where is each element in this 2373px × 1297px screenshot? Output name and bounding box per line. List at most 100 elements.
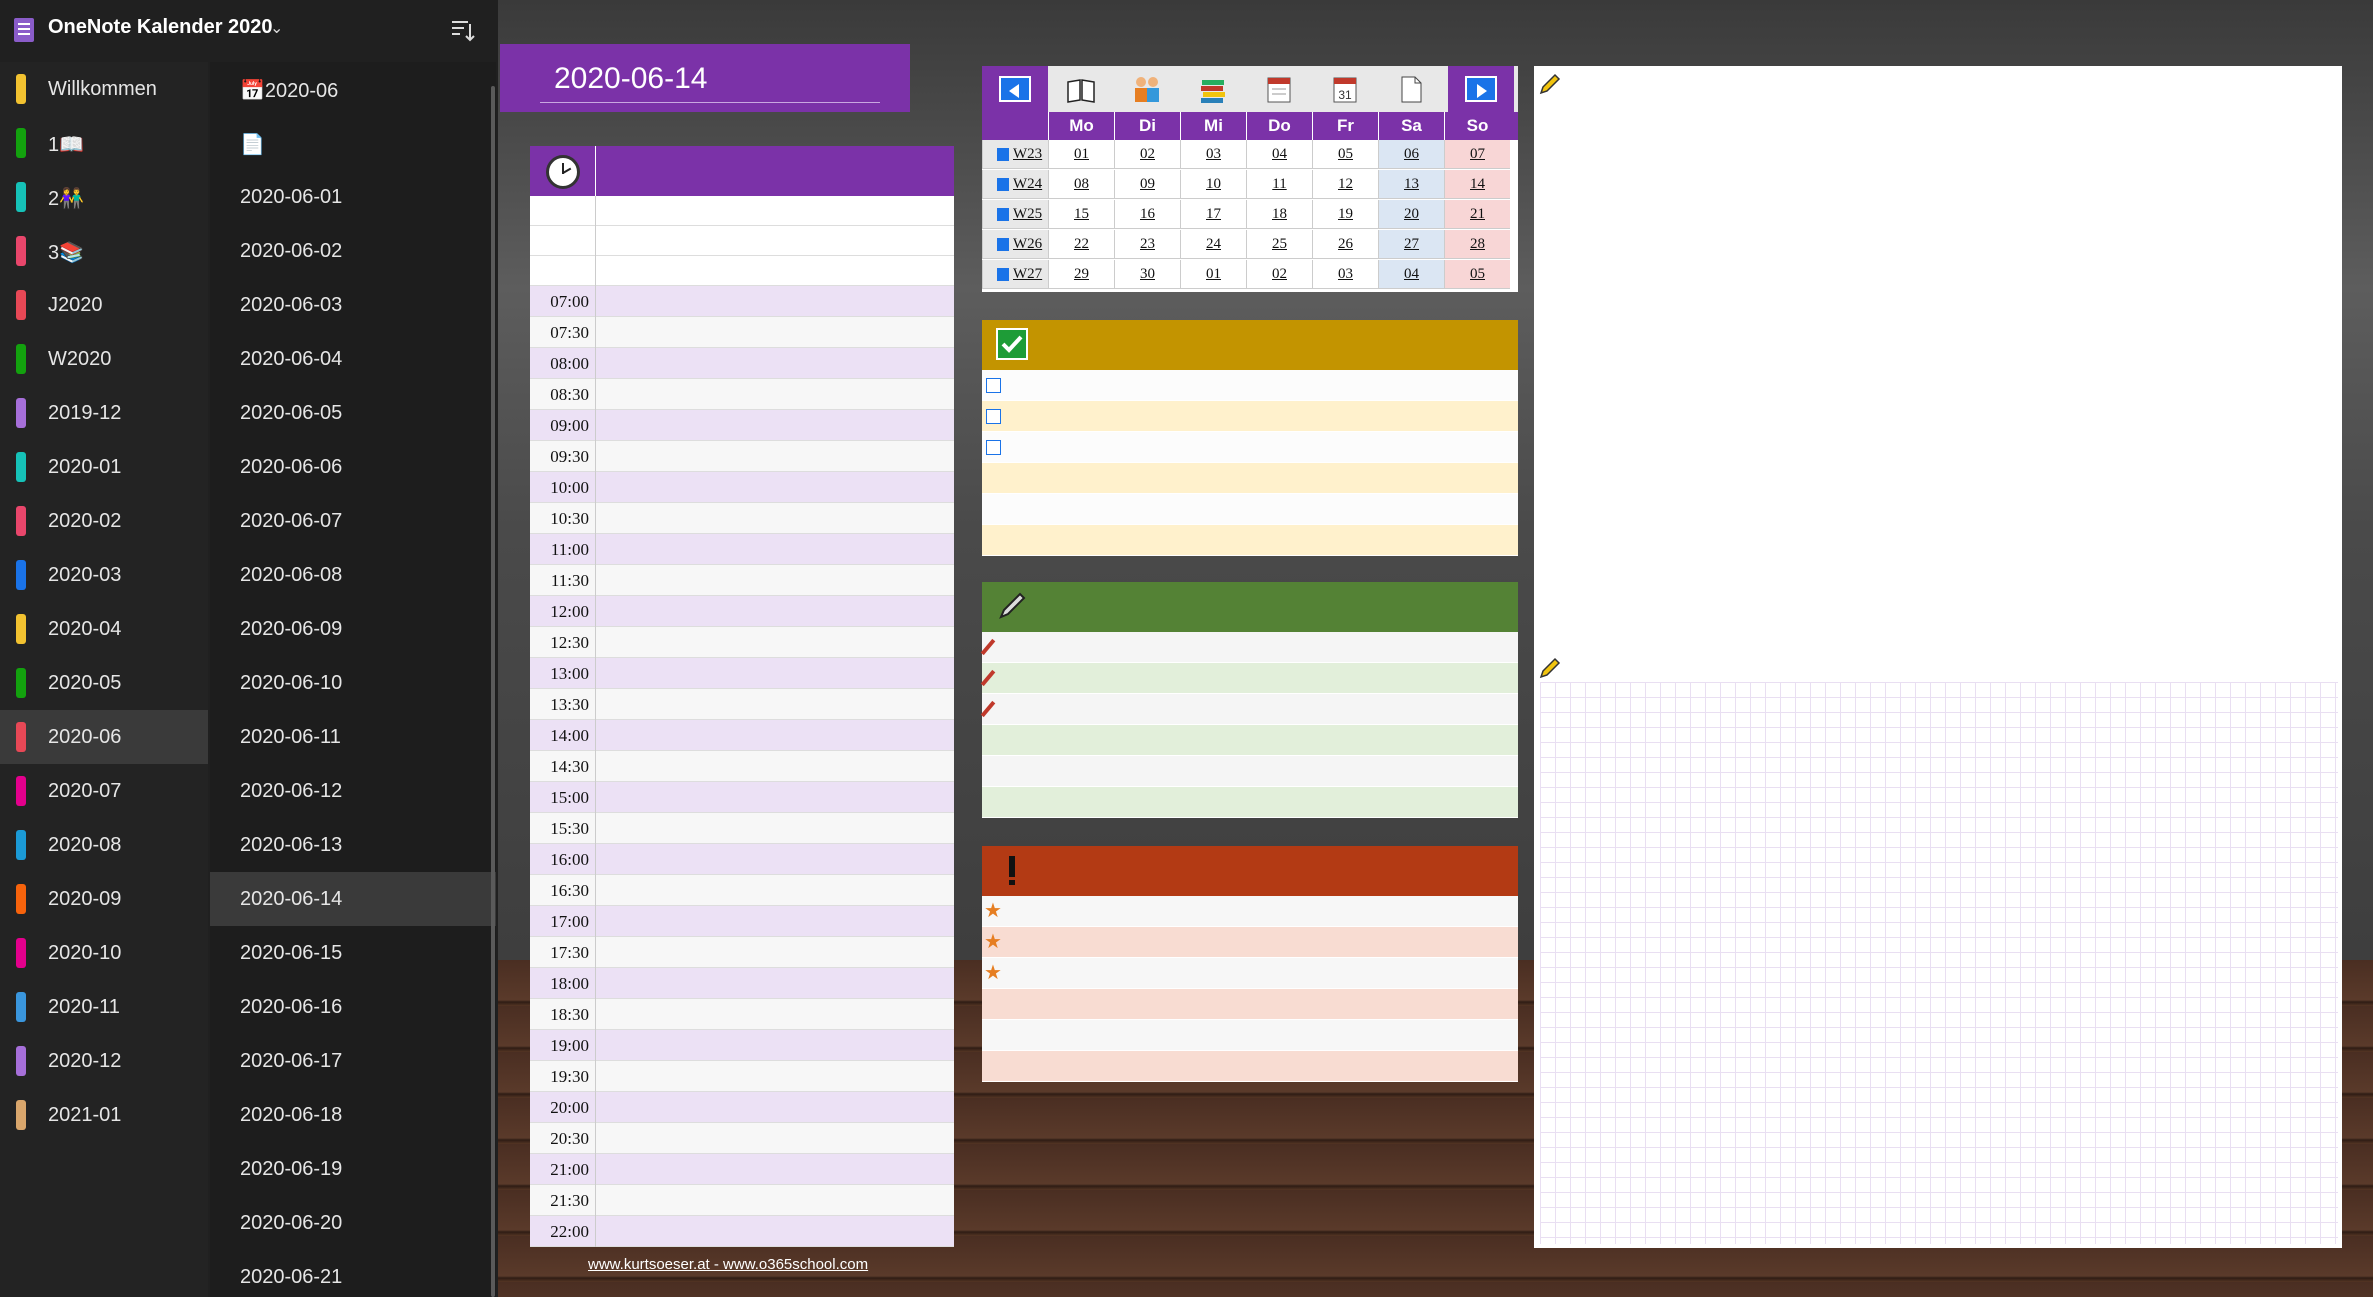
section-item[interactable]: 2👫 (0, 170, 208, 224)
calendar-day-link[interactable]: 06 (1378, 140, 1444, 169)
chevron-down-icon[interactable]: ⌄ (270, 18, 283, 38)
notes-row[interactable] (982, 787, 1518, 818)
notes-row[interactable] (980, 632, 1518, 663)
calendar-day-link[interactable]: 30 (1114, 260, 1180, 289)
page-item[interactable]: 2020-06-12 (210, 764, 496, 818)
schedule-row[interactable]: 17:30 (530, 937, 954, 968)
section-item[interactable]: W2020 (0, 332, 208, 386)
week-label[interactable]: W26 (995, 236, 1042, 252)
schedule-blank-row[interactable] (530, 196, 954, 227)
week-link[interactable]: W26 (982, 230, 1048, 259)
week-link[interactable]: W24 (982, 170, 1048, 199)
schedule-blank-row[interactable] (530, 226, 954, 257)
document-button[interactable] (1378, 66, 1444, 112)
prev-month-button[interactable] (982, 66, 1048, 112)
imp-row[interactable]: ★ (982, 958, 1518, 989)
schedule-row[interactable]: 15:30 (530, 813, 954, 844)
schedule-row[interactable]: 09:30 (530, 441, 954, 472)
calendar-day-link[interactable]: 03 (1312, 260, 1378, 289)
calendar-day-link[interactable]: 05 (1444, 260, 1510, 289)
people-icon[interactable] (1132, 74, 1162, 104)
grid-paper-area[interactable] (1540, 682, 2338, 1244)
calendar-day-link[interactable]: 09 (1114, 170, 1180, 199)
section-item[interactable]: 2019-12 (0, 386, 208, 440)
week-label[interactable]: W25 (995, 206, 1042, 222)
page-item[interactable]: 2020-06-11 (210, 710, 496, 764)
page-item[interactable]: 2020-06-08 (210, 548, 496, 602)
imp-row[interactable]: ★ (982, 927, 1518, 958)
schedule-row[interactable]: 11:00 (530, 534, 954, 565)
calendar-day-link[interactable]: 21 (1444, 200, 1510, 229)
page-list-scrollbar[interactable] (491, 86, 495, 1297)
imp-row[interactable]: ★ (982, 896, 1518, 927)
calendar-day-link[interactable]: 29 (1048, 260, 1114, 289)
imp-row[interactable] (982, 989, 1518, 1020)
calendar-day-link[interactable]: 18 (1246, 200, 1312, 229)
page-item[interactable]: 2020-06-18 (210, 1088, 496, 1142)
checkbox-icon[interactable] (986, 409, 1001, 424)
calendar-day-link[interactable]: 08 (1048, 170, 1114, 199)
page-item[interactable]: 📄 (210, 116, 496, 170)
schedule-row[interactable]: 16:00 (530, 844, 954, 875)
calendar-day-link[interactable]: 05 (1312, 140, 1378, 169)
notes-row[interactable] (982, 756, 1518, 787)
week-label[interactable]: W27 (995, 266, 1042, 282)
document-icon[interactable] (1396, 74, 1426, 104)
schedule-row[interactable]: 16:30 (530, 875, 954, 906)
book-button[interactable] (1048, 66, 1114, 112)
page-item[interactable]: 2020-06-02 (210, 224, 496, 278)
schedule-row[interactable]: 14:00 (530, 720, 954, 751)
page-item[interactable]: 2020-06-04 (210, 332, 496, 386)
schedule-row[interactable]: 10:00 (530, 472, 954, 503)
calendar-day-link[interactable]: 01 (1048, 140, 1114, 169)
calendar-day-link[interactable]: 24 (1180, 230, 1246, 259)
schedule-row[interactable]: 18:30 (530, 999, 954, 1030)
page-item[interactable]: 2020-06-20 (210, 1196, 496, 1250)
schedule-row[interactable]: 08:00 (530, 348, 954, 379)
calendar-day-link[interactable]: 10 (1180, 170, 1246, 199)
schedule-row[interactable]: 21:30 (530, 1185, 954, 1216)
todo-row[interactable] (982, 432, 1518, 463)
schedule-row[interactable]: 22:00 (530, 1216, 954, 1247)
schedule-row[interactable]: 20:00 (530, 1092, 954, 1123)
people-button[interactable] (1114, 66, 1180, 112)
book-icon[interactable] (1066, 74, 1096, 104)
page-item[interactable]: 2020-06-01 (210, 170, 496, 224)
credits-links[interactable]: www.kurtsoeser.at - www.o365school.com (588, 1256, 868, 1273)
page-title[interactable]: 2020-06-14 (554, 62, 707, 96)
schedule-row[interactable]: 12:30 (530, 627, 954, 658)
schedule-row[interactable]: 12:00 (530, 596, 954, 627)
section-item[interactable]: J2020 (0, 278, 208, 332)
calendar-day-link[interactable]: 03 (1180, 140, 1246, 169)
section-item[interactable]: 2020-06 (0, 710, 208, 764)
schedule-row[interactable]: 17:00 (530, 906, 954, 937)
page-item[interactable]: 2020-06-07 (210, 494, 496, 548)
calendar-day-link[interactable]: 12 (1312, 170, 1378, 199)
schedule-row[interactable]: 13:30 (530, 689, 954, 720)
page-item[interactable]: 📅2020-06 (210, 62, 496, 116)
calendar-day-link[interactable]: 02 (1246, 260, 1312, 289)
schedule-row[interactable]: 08:30 (530, 379, 954, 410)
page-item[interactable]: 2020-06-03 (210, 278, 496, 332)
week-link[interactable]: W23 (982, 140, 1048, 169)
calendar-page-icon[interactable] (1264, 74, 1294, 104)
page-item[interactable]: 2020-06-10 (210, 656, 496, 710)
page-title-box[interactable]: 2020-06-14 (500, 44, 910, 112)
section-item[interactable]: 2020-03 (0, 548, 208, 602)
todo-row[interactable] (982, 525, 1518, 556)
books-icon[interactable] (1198, 74, 1228, 104)
section-item[interactable]: 1📖 (0, 116, 208, 170)
calendar-day-link[interactable]: 13 (1378, 170, 1444, 199)
imp-row[interactable] (982, 1020, 1518, 1051)
schedule-row[interactable]: 07:00 (530, 286, 954, 317)
todo-row[interactable] (982, 494, 1518, 525)
page-item[interactable]: 2020-06-19 (210, 1142, 496, 1196)
calendar-page-button[interactable] (1246, 66, 1312, 112)
schedule-row[interactable]: 20:30 (530, 1123, 954, 1154)
schedule-blank-row[interactable] (530, 256, 954, 287)
calendar-day-link[interactable]: 01 (1180, 260, 1246, 289)
schedule-row[interactable]: 19:30 (530, 1061, 954, 1092)
section-item[interactable]: 2020-04 (0, 602, 208, 656)
calendar-day-link[interactable]: 28 (1444, 230, 1510, 259)
notebook-header[interactable]: OneNote Kalender 2020 ⌄ (0, 0, 498, 62)
